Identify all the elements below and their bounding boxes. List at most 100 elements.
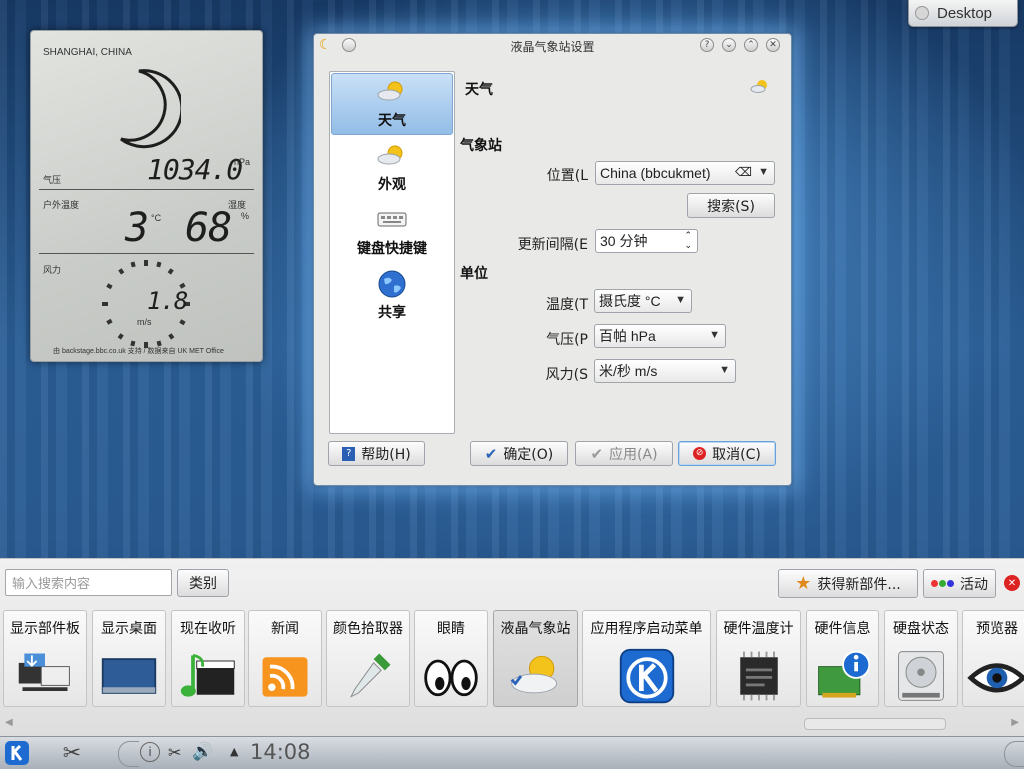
- temperature-unit-combo[interactable]: 摄氏度 °C ▼: [594, 289, 692, 313]
- info-icon[interactable]: i: [140, 742, 160, 762]
- temperature-unit-label: 温度(T: [545, 297, 588, 313]
- outdoor-temp-label: 户外温度: [43, 200, 80, 210]
- data-source: 由 backstage.bbc.co.uk 支持 / 数据来自 UK MET O…: [53, 348, 224, 355]
- widget-label: 眼睛: [437, 621, 465, 637]
- maximize-button[interactable]: ⌃: [744, 38, 758, 52]
- close-explorer-icon[interactable]: ✕: [1004, 575, 1020, 591]
- close-button[interactable]: ✕: [766, 38, 780, 52]
- toolbox-icon: [915, 6, 929, 20]
- kde-launcher-icon: [619, 648, 674, 704]
- minimize-button[interactable]: ⌄: [722, 38, 736, 52]
- widget-card-news[interactable]: 新闻: [248, 610, 322, 707]
- update-interval-label: 更新间隔(E: [517, 237, 588, 253]
- search-button[interactable]: 搜索(S): [687, 193, 775, 218]
- pressure-unit-combo[interactable]: 百帕 hPa ▼: [594, 324, 726, 348]
- category-button[interactable]: 类别: [177, 569, 229, 597]
- volume-icon[interactable]: 🔊: [192, 742, 213, 762]
- spin-arrows-icon[interactable]: ⌃ ⌄: [684, 230, 692, 250]
- chevron-down-icon: ▼: [758, 166, 769, 178]
- widget-card-disk-status[interactable]: 硬盘状态: [884, 610, 958, 707]
- widget-search-input[interactable]: 输入搜索内容: [5, 569, 172, 596]
- klipper-icon[interactable]: ✂: [168, 743, 181, 762]
- station-section-title: 气象站: [460, 138, 502, 154]
- eyes-icon: [424, 659, 478, 697]
- sidebar-item-label: 键盘快捷键: [357, 241, 427, 257]
- star-icon: ★: [795, 573, 812, 594]
- weather-widget[interactable]: SHANGHAI, CHINA 气压 1034.0 hPa 户外温度 湿度 3 …: [30, 30, 263, 362]
- sidebar-item-shortcuts[interactable]: 键盘快捷键: [331, 200, 453, 262]
- desktop-toolbox-button[interactable]: Desktop: [908, 0, 1018, 27]
- temperature-unit-value: 摄氏度 °C: [599, 293, 661, 309]
- ok-button[interactable]: ✔ 确定(O): [470, 441, 568, 466]
- app-icon: ☾: [319, 37, 332, 53]
- help-button[interactable]: ? 帮助(H): [328, 441, 425, 466]
- sidebar-item-share[interactable]: 共享: [331, 264, 453, 326]
- chevron-down-icon: ▼: [719, 364, 730, 376]
- dialog-title: 液晶气象站设置: [510, 39, 595, 54]
- sidebar-item-appearance[interactable]: 外观: [331, 136, 453, 198]
- scroll-right-icon[interactable]: ▶: [1011, 717, 1019, 728]
- settings-dialog: ☾ 液晶气象站设置 ? ⌄ ⌃ ✕ 天气 外观 键盘快捷键 共享 天气 气象站 …: [313, 33, 792, 486]
- widget-card-now-playing[interactable]: 现在收听: [171, 610, 245, 707]
- sidebar-item-label: 外观: [378, 177, 406, 193]
- clear-icon[interactable]: ⌫: [735, 165, 752, 179]
- widget-card-eyes[interactable]: 眼睛: [414, 610, 488, 707]
- check-icon: ✔: [484, 444, 498, 463]
- wind-unit-label: 风力(S: [545, 367, 588, 383]
- cancel-button[interactable]: ⊘ 取消(C): [678, 441, 776, 466]
- sidebar-item-weather[interactable]: 天气: [331, 73, 453, 135]
- get-new-widgets-button[interactable]: ★ 获得新部件...: [778, 569, 918, 598]
- wind-unit-combo[interactable]: 米/秒 m/s ▼: [594, 359, 736, 383]
- kickoff-launcher-icon[interactable]: [2, 739, 32, 767]
- appearance-icon: [377, 145, 403, 165]
- tools-icon[interactable]: ✂: [55, 739, 89, 767]
- category-button-label: 类别: [189, 576, 217, 592]
- pressure-unit-label: 气压(P: [546, 332, 588, 348]
- search-placeholder: 输入搜索内容: [12, 577, 91, 592]
- widget-label: 显示桌面: [101, 621, 157, 637]
- widget-card-hw-info[interactable]: 硬件信息: [806, 610, 879, 707]
- chevron-down-icon: ▼: [675, 294, 686, 306]
- apply-button-label: 应用(A): [609, 446, 658, 463]
- check-icon: ✔: [590, 444, 604, 463]
- humidity-value: 68: [185, 205, 232, 251]
- tray-separator: [118, 741, 139, 767]
- widget-label: 现在收听: [180, 621, 236, 637]
- apply-button[interactable]: ✔ 应用(A): [575, 441, 673, 466]
- location-combo[interactable]: China (bbcukmet) ⌫ ▼: [595, 161, 775, 185]
- update-interval-spinbox[interactable]: 30 分钟 ⌃ ⌄: [595, 229, 698, 253]
- previewer-icon: [967, 663, 1024, 693]
- widget-card-show-desktop[interactable]: 显示桌面: [92, 610, 166, 707]
- color-picker-icon: [350, 653, 391, 698]
- wind-label: 风力: [43, 265, 62, 275]
- help-titlebar-button[interactable]: ?: [700, 38, 714, 52]
- chevron-down-icon: ▼: [709, 329, 720, 341]
- tray-expand-icon[interactable]: ▲: [230, 745, 238, 758]
- widget-explorer: 输入搜索内容 类别 ★ 获得新部件... 活动 ✕ 显示部件板 显示桌面 现在收…: [0, 558, 1024, 737]
- ok-button-label: 确定(O): [503, 446, 554, 463]
- widget-card-hw-temperature[interactable]: 硬件温度计: [716, 610, 801, 707]
- widget-card-weather-station[interactable]: 液晶气象站: [493, 610, 578, 707]
- location-label: 位置(L: [546, 168, 588, 184]
- get-new-widgets-label: 获得新部件...: [817, 576, 901, 593]
- clock[interactable]: 14:08: [250, 740, 311, 764]
- scrollbar-thumb[interactable]: [804, 718, 946, 730]
- widget-label: 液晶气象站: [500, 621, 571, 637]
- horizontal-scrollbar[interactable]: ◀ ▶: [0, 715, 1024, 731]
- update-interval-value: 30 分钟: [600, 233, 648, 249]
- scroll-left-icon[interactable]: ◀: [5, 717, 13, 728]
- dialog-titlebar[interactable]: ☾ 液晶气象站设置 ? ⌄ ⌃ ✕: [314, 34, 791, 58]
- widget-card-dashboard[interactable]: 显示部件板: [3, 610, 87, 707]
- widget-card-previewer[interactable]: 预览器: [962, 610, 1024, 707]
- location-value: China (bbcukmet): [600, 165, 711, 181]
- units-section-title: 单位: [460, 266, 488, 282]
- settings-sidebar: 天气 外观 键盘快捷键 共享: [329, 71, 455, 434]
- panel-toolbox[interactable]: [1004, 741, 1024, 767]
- divider: [39, 189, 254, 190]
- pin-button[interactable]: [342, 38, 356, 52]
- widget-label: 硬件温度计: [723, 621, 794, 637]
- widget-card-color-picker[interactable]: 颜色拾取器: [326, 610, 410, 707]
- search-button-label: 搜索(S): [707, 198, 755, 215]
- widget-card-launcher[interactable]: 应用程序启动菜单: [582, 610, 711, 707]
- activities-button[interactable]: 活动: [923, 569, 996, 598]
